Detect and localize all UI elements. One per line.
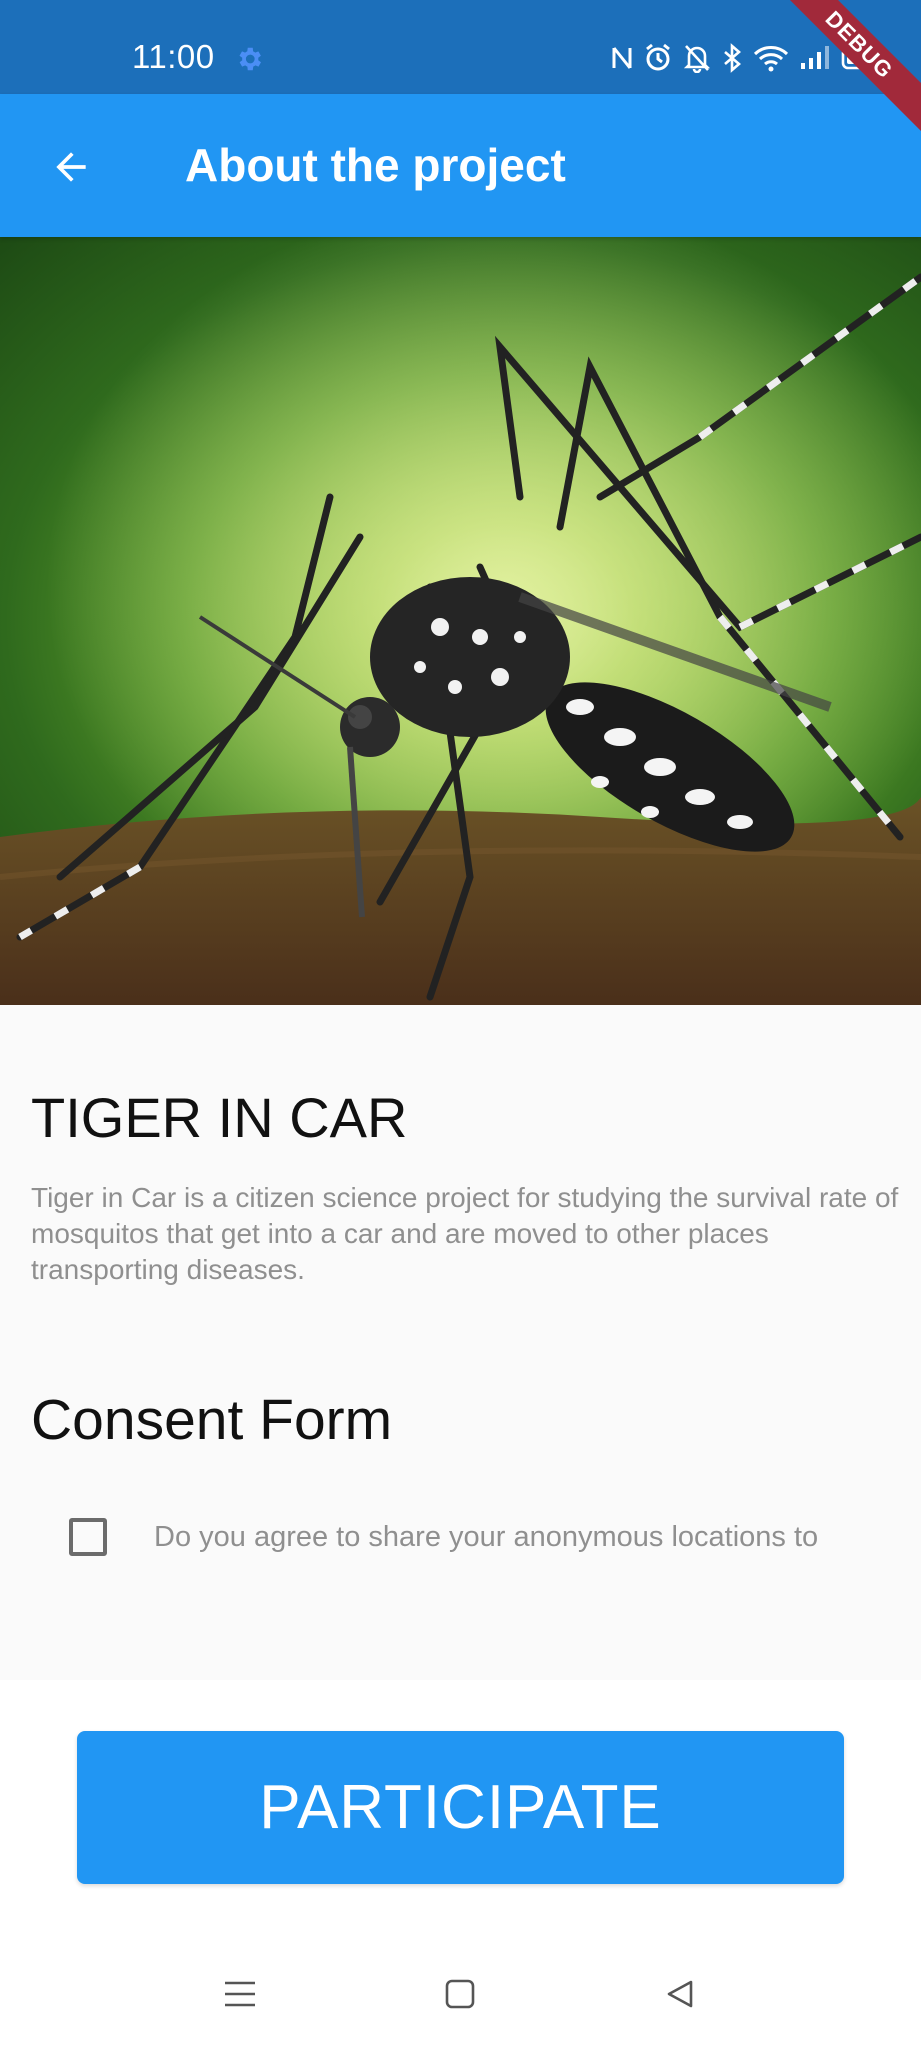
nav-menu-button[interactable] [212, 1966, 268, 2022]
participate-button[interactable]: PARTICIPATE [77, 1731, 844, 1884]
bottom-area: PARTICIPATE [0, 1680, 921, 1936]
nfc-icon [612, 47, 632, 69]
project-title: TIGER IN CAR [31, 1086, 408, 1149]
consent-row[interactable]: Do you agree to share your anonymous loc… [66, 1515, 906, 1565]
app-title: About the project [185, 139, 566, 191]
alarm-icon [646, 43, 670, 71]
nav-home-button[interactable] [432, 1966, 488, 2022]
nav-back-button[interactable] [652, 1966, 708, 2022]
nav-bar [0, 1936, 921, 2048]
signal-icon [801, 46, 829, 69]
back-triangle-icon [667, 1980, 693, 2008]
bell-off-icon [683, 45, 711, 73]
back-button[interactable] [36, 132, 106, 202]
hero-image [0, 237, 921, 1005]
screen: 11:00 DEBUG About the project TIGER IN C… [0, 0, 921, 2048]
bluetooth-icon [724, 43, 741, 73]
status-bar: 11:00 [0, 0, 921, 94]
arrow-back-icon [56, 152, 86, 182]
menu-icon [225, 1981, 255, 2007]
home-square-icon [445, 1979, 475, 2009]
consent-label: Do you agree to share your anonymous loc… [154, 1521, 819, 1553]
wifi-icon [753, 46, 789, 72]
consent-checkbox[interactable] [69, 1518, 107, 1556]
app-bar: About the project [0, 94, 921, 237]
project-description: Tiger in Car is a citizen science projec… [31, 1182, 899, 1285]
consent-title: Consent Form [31, 1388, 393, 1452]
settings-gear-icon [239, 47, 261, 71]
mosquito-photo [0, 237, 921, 1005]
content: TIGER IN CAR Tiger in Car is a citizen s… [0, 1005, 921, 1680]
status-time: 11:00 [132, 38, 215, 75]
